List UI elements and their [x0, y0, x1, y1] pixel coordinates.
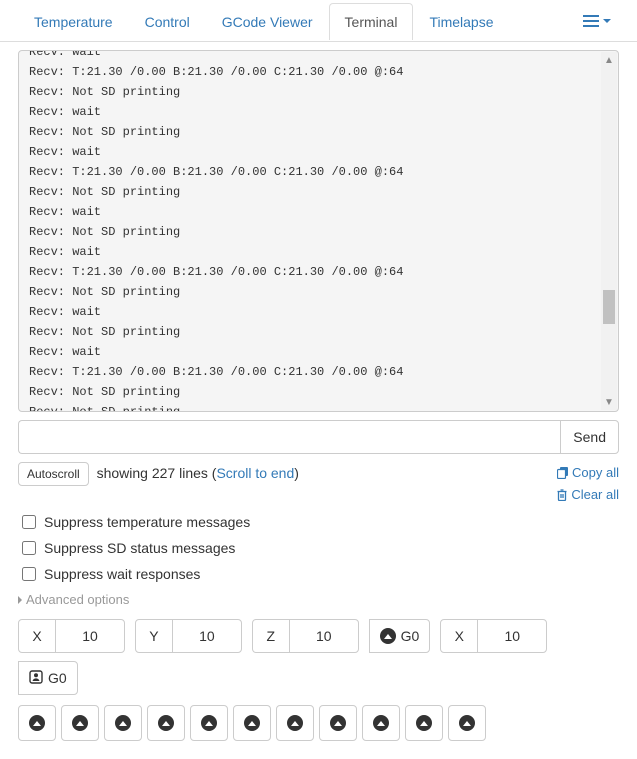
g0-button-a[interactable]: G0 [369, 619, 431, 653]
g0-label-a: G0 [401, 628, 420, 644]
menu-toggle[interactable] [575, 9, 619, 33]
tab-bar: Temperature Control GCode Viewer Termina… [0, 0, 637, 42]
up-circle-icon [158, 715, 174, 731]
axis-y-button[interactable]: Y [135, 619, 173, 653]
up-circle-icon [459, 715, 475, 731]
filter-wait-label: Suppress wait responses [44, 566, 200, 582]
scroll-thumb[interactable] [603, 290, 615, 324]
up-circle-icon [373, 715, 389, 731]
status-line-count: 227 [152, 465, 175, 481]
copy-all-label: Copy all [572, 465, 619, 480]
hamburger-icon [583, 15, 599, 27]
status-text-mid: lines ( [175, 465, 216, 481]
terminal-lines: Recv: wait Recv: T:21.30 /0.00 B:21.30 /… [19, 50, 618, 412]
up-circle-icon [29, 715, 45, 731]
axis-x-button[interactable]: X [18, 619, 56, 653]
advanced-options-label: Advanced options [26, 592, 129, 607]
caret-down-icon [603, 19, 611, 23]
axis-x2-button[interactable]: X [440, 619, 478, 653]
advanced-options-toggle[interactable]: Advanced options [18, 592, 619, 607]
filter-temp-checkbox[interactable] [22, 515, 36, 529]
scroll-to-end-link[interactable]: Scroll to end [216, 465, 294, 481]
scroll-up-icon[interactable]: ▲ [601, 52, 617, 68]
g0-button-b[interactable]: G0 [18, 661, 78, 695]
axis-y-value[interactable]: 10 [172, 619, 242, 653]
up-circle-icon [201, 715, 217, 731]
terminal-output: Recv: wait Recv: T:21.30 /0.00 B:21.30 /… [18, 50, 619, 412]
up-circle-icon [380, 628, 396, 644]
up-circle-icon [416, 715, 432, 731]
axis-x-value[interactable]: 10 [55, 619, 125, 653]
axis-z-button[interactable]: Z [252, 619, 290, 653]
jog-controls: X 10 Y 10 Z 10 G0 X 10 [18, 619, 619, 741]
caret-right-icon [18, 596, 22, 604]
command-input[interactable] [18, 420, 560, 454]
axis-x2-value[interactable]: 10 [477, 619, 547, 653]
copy-all-link[interactable]: Copy all [556, 462, 619, 484]
filter-sd-checkbox[interactable] [22, 541, 36, 555]
jog-button-0[interactable] [18, 705, 56, 741]
tab-temperature[interactable]: Temperature [18, 3, 129, 40]
filter-temp[interactable]: Suppress temperature messages [18, 512, 619, 532]
status-text-prefix: showing [97, 465, 152, 481]
tab-gcode-viewer[interactable]: GCode Viewer [206, 3, 329, 40]
jog-button-10[interactable] [448, 705, 486, 741]
filter-temp-label: Suppress temperature messages [44, 514, 250, 530]
jog-button-8[interactable] [362, 705, 400, 741]
up-circle-icon [330, 715, 346, 731]
clear-all-link[interactable]: Clear all [556, 484, 619, 506]
user-icon [29, 670, 43, 687]
up-circle-icon [244, 715, 260, 731]
jog-button-3[interactable] [147, 705, 185, 741]
scroll-down-icon[interactable]: ▼ [601, 394, 617, 410]
jog-button-4[interactable] [190, 705, 228, 741]
up-circle-icon [287, 715, 303, 731]
jog-button-9[interactable] [405, 705, 443, 741]
send-button[interactable]: Send [560, 420, 619, 454]
tab-timelapse[interactable]: Timelapse [413, 3, 509, 40]
jog-buttons-row [18, 705, 619, 741]
status-text-suffix: ) [294, 465, 299, 481]
g0-label-b: G0 [48, 670, 67, 686]
filter-sd[interactable]: Suppress SD status messages [18, 538, 619, 558]
trash-icon [556, 489, 568, 501]
axis-z-value[interactable]: 10 [289, 619, 359, 653]
filter-sd-label: Suppress SD status messages [44, 540, 235, 556]
copy-icon [557, 467, 569, 479]
jog-button-5[interactable] [233, 705, 271, 741]
filter-wait[interactable]: Suppress wait responses [18, 564, 619, 584]
clear-all-label: Clear all [571, 487, 619, 502]
jog-button-7[interactable] [319, 705, 357, 741]
jog-button-1[interactable] [61, 705, 99, 741]
tab-control[interactable]: Control [129, 3, 206, 40]
tab-terminal[interactable]: Terminal [329, 3, 414, 40]
up-circle-icon [72, 715, 88, 731]
jog-button-2[interactable] [104, 705, 142, 741]
jog-button-6[interactable] [276, 705, 314, 741]
scrollbar[interactable]: ▲ ▼ [601, 52, 617, 410]
autoscroll-button[interactable]: Autoscroll [18, 462, 89, 486]
filter-wait-checkbox[interactable] [22, 567, 36, 581]
up-circle-icon [115, 715, 131, 731]
